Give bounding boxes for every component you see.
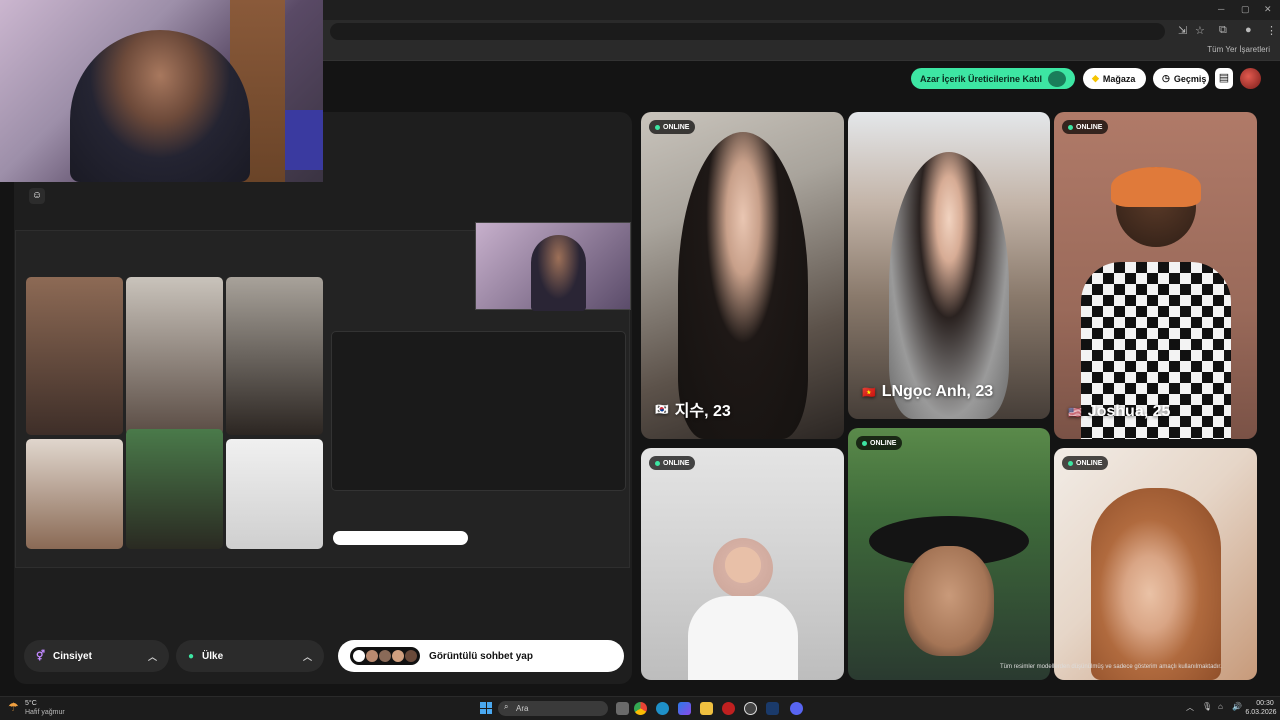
streamer-figure bbox=[70, 30, 250, 182]
start-video-chat-button[interactable]: Görüntülü sohbet yap bbox=[338, 640, 624, 672]
avatar-stack bbox=[350, 647, 420, 665]
windows-start-icon[interactable] bbox=[480, 702, 492, 714]
profile-card[interactable]: 🇻🇳 LNgọc Anh, 23 bbox=[848, 112, 1050, 419]
microphone-icon[interactable]: 🎙 bbox=[1202, 702, 1212, 711]
maximize-button[interactable]: ▢ bbox=[1241, 4, 1250, 15]
online-badge: ONLINE bbox=[1062, 456, 1109, 470]
profile-card[interactable]: ONLINE 🇰🇷 지수, 23 bbox=[641, 112, 844, 439]
gem-icon: ◆ bbox=[1092, 73, 1099, 83]
search-icon: ⌕ bbox=[504, 702, 509, 711]
obs-icon[interactable] bbox=[744, 702, 757, 715]
nested-card-ngoc-anh bbox=[126, 277, 223, 435]
record-icon[interactable] bbox=[722, 702, 735, 715]
profile-card[interactable]: ONLINE bbox=[1054, 448, 1257, 680]
globe-icon: ● bbox=[188, 650, 195, 662]
weather-temperature: 5°C bbox=[25, 700, 37, 707]
edge-icon[interactable] bbox=[656, 702, 669, 715]
chevron-up-icon: ︿ bbox=[147, 651, 157, 662]
nested-card-6 bbox=[226, 439, 323, 549]
background-chair bbox=[285, 110, 323, 170]
profile-card[interactable]: ONLINE 🇺🇸 Joshua, 25 bbox=[1054, 112, 1257, 439]
clock-date[interactable]: 6.03.2026 bbox=[1244, 709, 1278, 716]
file-explorer-icon[interactable] bbox=[700, 702, 713, 715]
creator-badge-icon bbox=[1048, 70, 1066, 87]
url-field[interactable] bbox=[330, 23, 1165, 40]
nested-card-5 bbox=[126, 429, 223, 549]
profile-card[interactable]: ONLINE bbox=[641, 448, 844, 680]
join-creators-label: Azar İçerik Üreticilerine Katıl bbox=[920, 73, 1043, 84]
profile-name: 🇺🇸 Joshua, 25 bbox=[1068, 403, 1171, 420]
history-button[interactable]: ◷ Geçmiş bbox=[1153, 68, 1209, 89]
close-window-button[interactable]: ✕ bbox=[1264, 4, 1272, 15]
profile-name: 🇻🇳 LNgọc Anh, 23 bbox=[862, 383, 994, 400]
online-badge: ONLINE bbox=[1062, 120, 1109, 134]
disclaimer-text: Tüm resimler modellerden düşünülmüş ve s… bbox=[1000, 664, 1222, 670]
weather-rain-icon[interactable]: ☂ bbox=[8, 700, 19, 714]
nested-card-joshua bbox=[26, 277, 123, 435]
all-bookmarks-link[interactable]: Tüm Yer İşaretleri bbox=[1207, 45, 1270, 54]
online-badge: ONLINE bbox=[856, 436, 903, 450]
online-badge: ONLINE bbox=[649, 456, 696, 470]
weather-description: Hafif yağmur bbox=[25, 709, 65, 716]
store-label: Mağaza bbox=[1102, 73, 1136, 84]
copilot-icon[interactable] bbox=[678, 702, 691, 715]
nested-start-button bbox=[333, 531, 468, 545]
network-icon[interactable]: ⌂ bbox=[1218, 702, 1223, 711]
chevron-up-icon: ︿ bbox=[302, 651, 312, 662]
discord-icon[interactable] bbox=[790, 702, 803, 715]
nested-card-4 bbox=[26, 439, 123, 549]
nested-camera-preview bbox=[475, 222, 631, 311]
store-button[interactable]: ◆ Mağaza bbox=[1083, 68, 1146, 89]
steam-icon[interactable] bbox=[766, 702, 779, 715]
country-filter[interactable]: ● Ülke ︿ bbox=[176, 640, 324, 672]
history-label: Geçmiş bbox=[1173, 73, 1207, 84]
online-badge: ONLINE bbox=[649, 120, 696, 134]
install-icon[interactable]: ⇲ bbox=[1178, 24, 1187, 37]
gender-icon: ⚥ bbox=[36, 650, 46, 662]
gender-filter[interactable]: ⚥ Cinsiyet ︿ bbox=[24, 640, 169, 672]
emoji-icon[interactable]: ☺ bbox=[29, 188, 45, 204]
user-avatar[interactable] bbox=[1240, 68, 1261, 89]
minimize-button[interactable]: ─ bbox=[1218, 4, 1224, 14]
profile-icon[interactable]: ● bbox=[1245, 24, 1252, 36]
gender-label: Cinsiyet bbox=[53, 650, 92, 662]
profile-card[interactable]: ONLINE bbox=[848, 428, 1050, 680]
clock-icon: ◷ bbox=[1162, 73, 1170, 83]
join-creators-button[interactable]: Azar İçerik Üreticilerine Katıl bbox=[911, 68, 1075, 89]
inbox-icon[interactable]: ▤ bbox=[1215, 68, 1233, 89]
country-label: Ülke bbox=[202, 650, 224, 662]
extensions-icon[interactable]: ⧉ bbox=[1219, 24, 1227, 37]
volume-icon[interactable]: 🔊 bbox=[1232, 702, 1242, 711]
taskbar-search[interactable]: Ara bbox=[498, 701, 608, 716]
clock-time[interactable]: 00:30 bbox=[1252, 700, 1278, 707]
bookmark-star-icon[interactable]: ☆ bbox=[1195, 24, 1205, 37]
nested-card-jisu bbox=[226, 277, 323, 435]
task-view-icon[interactable] bbox=[616, 702, 629, 715]
profile-name: 🇰🇷 지수, 23 bbox=[655, 403, 731, 420]
webcam-overlay bbox=[0, 0, 323, 182]
menu-icon[interactable]: ⋮ bbox=[1266, 24, 1277, 37]
chrome-icon[interactable] bbox=[634, 702, 647, 715]
tray-chevron-icon[interactable]: ︿ bbox=[1186, 702, 1194, 713]
nested-inner-screen bbox=[331, 331, 626, 491]
